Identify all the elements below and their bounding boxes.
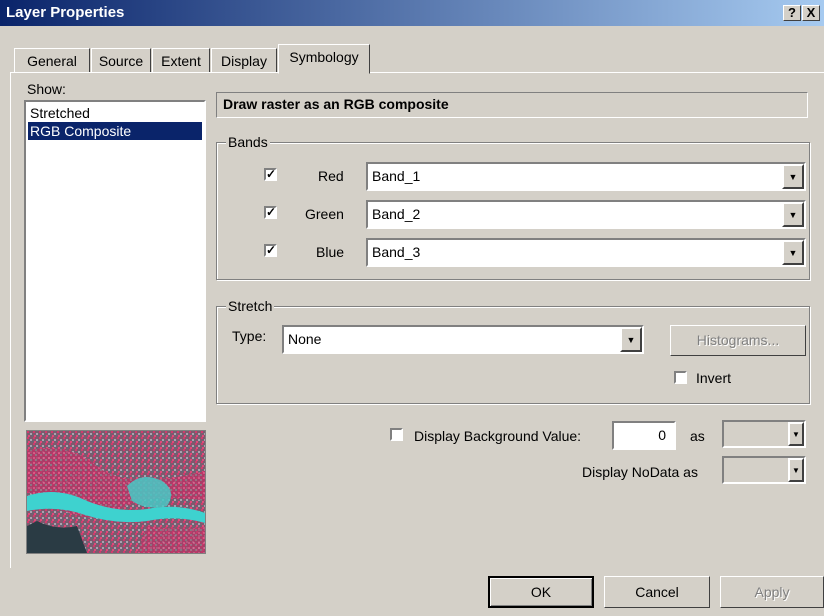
green-band-checkbox[interactable]: ✓	[264, 206, 277, 219]
tab-extent[interactable]: Extent	[152, 48, 210, 73]
invert-checkbox[interactable]	[674, 371, 687, 384]
display-nodata-label: Display NoData as	[582, 464, 698, 480]
show-item-rgb-composite[interactable]: RGB Composite	[28, 122, 202, 140]
show-list[interactable]: Stretched RGB Composite	[24, 100, 206, 422]
green-band-label: Green	[305, 206, 344, 222]
blue-band-value: Band_3	[372, 244, 421, 260]
window-title: Layer Properties	[6, 4, 125, 21]
show-label: Show:	[27, 81, 66, 97]
stretch-type-value: None	[288, 331, 322, 347]
cancel-button[interactable]: Cancel	[604, 576, 710, 608]
green-band-select[interactable]: Band_2 ▼	[366, 200, 806, 229]
tab-general[interactable]: General	[14, 48, 90, 73]
blue-band-dropdown-icon[interactable]: ▼	[782, 240, 804, 265]
heading-box: Draw raster as an RGB composite	[216, 92, 808, 118]
help-button[interactable]: ?	[783, 5, 801, 21]
display-background-label: Display Background Value:	[414, 428, 582, 444]
heading-text: Draw raster as an RGB composite	[223, 96, 449, 112]
background-color-select[interactable]: ▼	[722, 420, 806, 448]
display-background-checkbox[interactable]	[390, 428, 403, 441]
tab-symbology[interactable]: Symbology	[278, 44, 370, 74]
stretch-type-label: Type:	[232, 328, 267, 344]
stretch-legend: Stretch	[226, 298, 275, 314]
histograms-button[interactable]: Histograms...	[670, 325, 806, 356]
tab-display[interactable]: Display	[211, 48, 277, 73]
close-button[interactable]: X	[802, 5, 820, 21]
red-band-value: Band_1	[372, 168, 421, 184]
blue-band-checkbox[interactable]: ✓	[264, 244, 277, 257]
nodata-color-dropdown-icon[interactable]: ▼	[788, 458, 804, 482]
tab-source[interactable]: Source	[91, 48, 151, 73]
blue-band-select[interactable]: Band_3 ▼	[366, 238, 806, 267]
background-value-input[interactable]: 0	[612, 421, 676, 450]
bands-legend: Bands	[226, 134, 270, 150]
stretch-type-select[interactable]: None ▼	[282, 325, 644, 354]
nodata-color-select[interactable]: ▼	[722, 456, 806, 484]
background-color-dropdown-icon[interactable]: ▼	[788, 422, 804, 446]
green-band-dropdown-icon[interactable]: ▼	[782, 202, 804, 227]
green-band-value: Band_2	[372, 206, 421, 222]
red-band-checkbox[interactable]: ✓	[264, 168, 277, 181]
stretch-type-dropdown-icon[interactable]: ▼	[620, 327, 642, 352]
invert-label: Invert	[696, 370, 732, 386]
red-band-label: Red	[318, 168, 344, 184]
red-band-dropdown-icon[interactable]: ▼	[782, 164, 804, 189]
apply-button[interactable]: Apply	[720, 576, 824, 608]
background-as-label: as	[690, 428, 705, 444]
ok-button[interactable]: OK	[488, 576, 594, 608]
red-band-select[interactable]: Band_1 ▼	[366, 162, 806, 191]
title-bar: Layer Properties	[0, 0, 824, 26]
raster-preview-image	[26, 430, 206, 554]
blue-band-label: Blue	[316, 244, 345, 260]
show-item-stretched[interactable]: Stretched	[28, 104, 202, 122]
